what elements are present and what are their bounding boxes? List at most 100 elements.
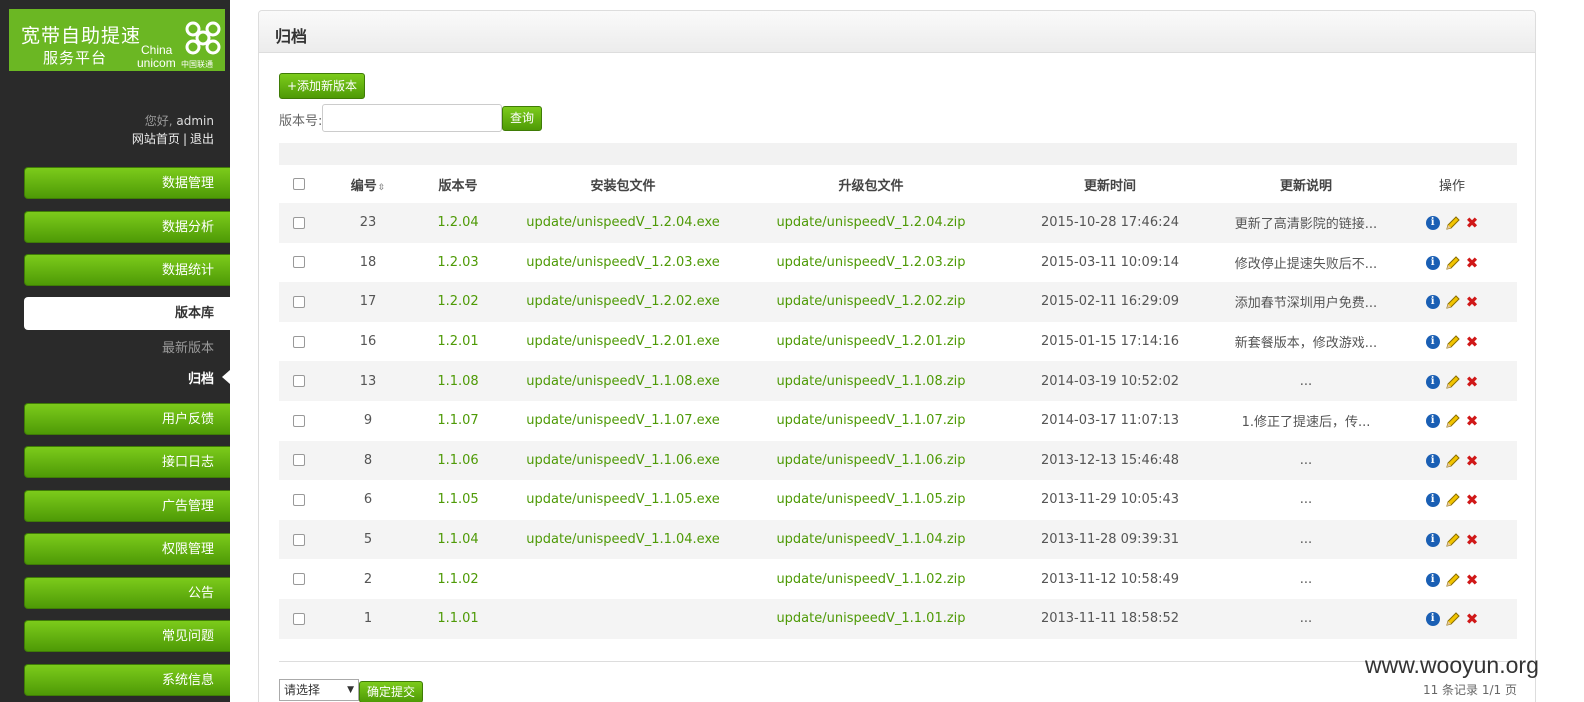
nav-data-analysis[interactable]: 数据分析 [24,211,230,243]
row-checkbox[interactable] [293,295,305,308]
cell-version[interactable]: 1.2.04 [417,203,499,243]
logo[interactable]: 宽带自助提速 服务平台 China unicom 中国联通 [9,9,225,71]
pencil-icon[interactable] [1445,532,1461,548]
row-checkbox[interactable] [293,335,305,348]
nav-version-library[interactable]: 版本库 [24,297,230,330]
cell-version[interactable]: 1.1.05 [417,480,499,520]
delete-x-icon[interactable]: ✖ [1466,295,1479,310]
cell-upgrade-file[interactable]: update/unispeedV_1.1.07.zip [747,401,995,441]
cell-upgrade-file[interactable]: update/unispeedV_1.1.08.zip [747,361,995,401]
nav-api-log[interactable]: 接口日志 [24,446,230,478]
cell-upgrade-file[interactable]: update/unispeedV_1.1.04.zip [747,519,995,560]
delete-x-icon[interactable]: ✖ [1466,255,1479,270]
cell-upgrade-file[interactable]: update/unispeedV_1.1.02.zip [747,559,995,599]
pencil-icon[interactable] [1445,255,1461,271]
subnav-latest-version[interactable]: 最新版本 [162,337,214,356]
cell-version[interactable]: 1.2.02 [417,282,499,322]
delete-x-icon[interactable]: ✖ [1466,216,1479,231]
cell-upgrade-file[interactable]: update/unispeedV_1.2.02.zip [747,282,995,322]
cell-version[interactable]: 1.1.08 [417,361,499,401]
nav-system-info[interactable]: 系统信息 [24,664,230,696]
delete-x-icon[interactable]: ✖ [1466,335,1479,350]
search-button[interactable]: 查询 [502,106,542,131]
row-checkbox[interactable] [293,612,305,625]
nav-data-statistics[interactable]: 数据统计 [24,254,230,286]
add-version-button[interactable]: +添加新版本 [279,73,365,99]
info-icon[interactable]: i [1425,216,1440,231]
info-icon[interactable]: i [1425,374,1440,389]
cell-installer-file[interactable] [499,559,747,599]
cell-upgrade-file[interactable]: update/unispeedV_1.2.01.zip [747,322,995,362]
cell-version[interactable]: 1.1.07 [417,401,499,441]
pencil-icon[interactable] [1445,572,1461,588]
pencil-icon[interactable] [1445,611,1461,627]
cell-version[interactable]: 1.1.06 [417,440,499,481]
logout-link[interactable]: 退出 [190,132,214,146]
row-checkbox[interactable] [293,375,305,388]
cell-installer-file[interactable]: update/unispeedV_1.2.01.exe [499,322,747,362]
delete-x-icon[interactable]: ✖ [1466,453,1479,468]
pencil-icon[interactable] [1445,334,1461,350]
batch-submit-button[interactable]: 确定提交 [359,681,423,702]
cell-installer-file[interactable] [499,598,747,639]
row-checkbox[interactable] [293,256,305,269]
cell-installer-file[interactable]: update/unispeedV_1.1.06.exe [499,440,747,481]
cell-installer-file[interactable]: update/unispeedV_1.2.02.exe [499,282,747,322]
row-checkbox[interactable] [293,573,305,586]
delete-x-icon[interactable]: ✖ [1466,533,1479,548]
info-icon[interactable]: i [1425,453,1440,468]
subnav-archive[interactable]: 归档 [188,368,214,387]
nav-announcement[interactable]: 公告 [24,577,230,609]
row-checkbox[interactable] [293,414,305,427]
cell-version[interactable]: 1.1.02 [417,559,499,599]
cell-version[interactable]: 1.1.04 [417,519,499,560]
info-icon[interactable]: i [1425,295,1440,310]
pencil-icon[interactable] [1445,453,1461,469]
delete-x-icon[interactable]: ✖ [1466,414,1479,429]
batch-action-select[interactable]: 请选择 ▼ [279,679,359,701]
nav-faq[interactable]: 常见问题 [24,620,230,652]
cell-upgrade-file[interactable]: update/unispeedV_1.2.03.zip [747,243,995,283]
pencil-icon[interactable] [1445,215,1461,231]
cell-installer-file[interactable]: update/unispeedV_1.2.03.exe [499,243,747,283]
pencil-icon[interactable] [1445,374,1461,390]
delete-x-icon[interactable]: ✖ [1466,612,1479,627]
info-icon[interactable]: i [1425,612,1440,627]
info-icon[interactable]: i [1425,533,1440,548]
cell-installer-file[interactable]: update/unispeedV_1.1.05.exe [499,480,747,520]
cell-version[interactable]: 1.1.01 [417,598,499,639]
pencil-icon[interactable] [1445,294,1461,310]
row-checkbox[interactable] [293,216,305,229]
cell-upgrade-file[interactable]: update/unispeedV_1.2.04.zip [747,203,995,243]
nav-permission-management[interactable]: 权限管理 [24,533,230,565]
row-checkbox[interactable] [293,533,305,546]
info-icon[interactable]: i [1425,414,1440,429]
sort-icon[interactable]: ⇳ [378,183,386,193]
pencil-icon[interactable] [1445,413,1461,429]
cell-installer-file[interactable]: update/unispeedV_1.1.04.exe [499,519,747,560]
cell-version[interactable]: 1.2.01 [417,322,499,362]
delete-x-icon[interactable]: ✖ [1466,493,1479,508]
home-link[interactable]: 网站首页 [132,132,180,146]
cell-installer-file[interactable]: update/unispeedV_1.1.08.exe [499,361,747,401]
info-icon[interactable]: i [1425,255,1440,270]
delete-x-icon[interactable]: ✖ [1466,572,1479,587]
select-all-checkbox[interactable] [293,178,305,190]
cell-version[interactable]: 1.2.03 [417,243,499,283]
nav-ad-management[interactable]: 广告管理 [24,490,230,522]
row-checkbox[interactable] [293,493,305,506]
info-icon[interactable]: i [1425,572,1440,587]
row-checkbox[interactable] [293,454,305,467]
cell-installer-file[interactable]: update/unispeedV_1.2.04.exe [499,203,747,243]
cell-installer-file[interactable]: update/unispeedV_1.1.07.exe [499,401,747,441]
pencil-icon[interactable] [1445,492,1461,508]
nav-user-feedback[interactable]: 用户反馈 [24,403,230,435]
cell-upgrade-file[interactable]: update/unispeedV_1.1.01.zip [747,598,995,639]
nav-data-management[interactable]: 数据管理 [24,167,230,199]
cell-upgrade-file[interactable]: update/unispeedV_1.1.05.zip [747,480,995,520]
info-icon[interactable]: i [1425,493,1440,508]
delete-x-icon[interactable]: ✖ [1466,374,1479,389]
cell-upgrade-file[interactable]: update/unispeedV_1.1.06.zip [747,440,995,481]
version-search-input[interactable] [322,104,502,132]
header-id[interactable]: 编号⇳ [319,165,417,203]
